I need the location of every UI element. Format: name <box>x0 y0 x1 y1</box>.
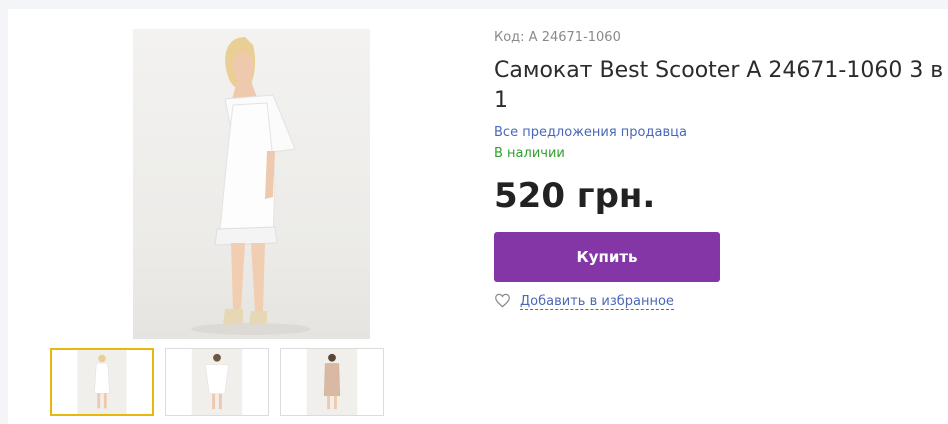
buy-button[interactable]: Купить <box>494 232 720 282</box>
main-product-photo[interactable] <box>133 29 370 339</box>
product-code: Код: А 24671-1060 <box>494 30 621 45</box>
thumbnail-3[interactable] <box>280 348 384 416</box>
heart-outline-icon[interactable] <box>494 293 511 308</box>
thumbnail-2[interactable] <box>165 348 269 416</box>
product-price: 520 грн. <box>494 176 656 216</box>
product-title: Самокат Best Scooter A 24671-1060 3 в 1 <box>494 58 944 113</box>
availability-status: В наличии <box>494 146 565 161</box>
thumbnail-1[interactable] <box>50 348 154 416</box>
add-to-favorites-link[interactable]: Добавить в избранное <box>520 294 674 310</box>
seller-offers-link[interactable]: Все предложения продавца <box>494 125 687 140</box>
